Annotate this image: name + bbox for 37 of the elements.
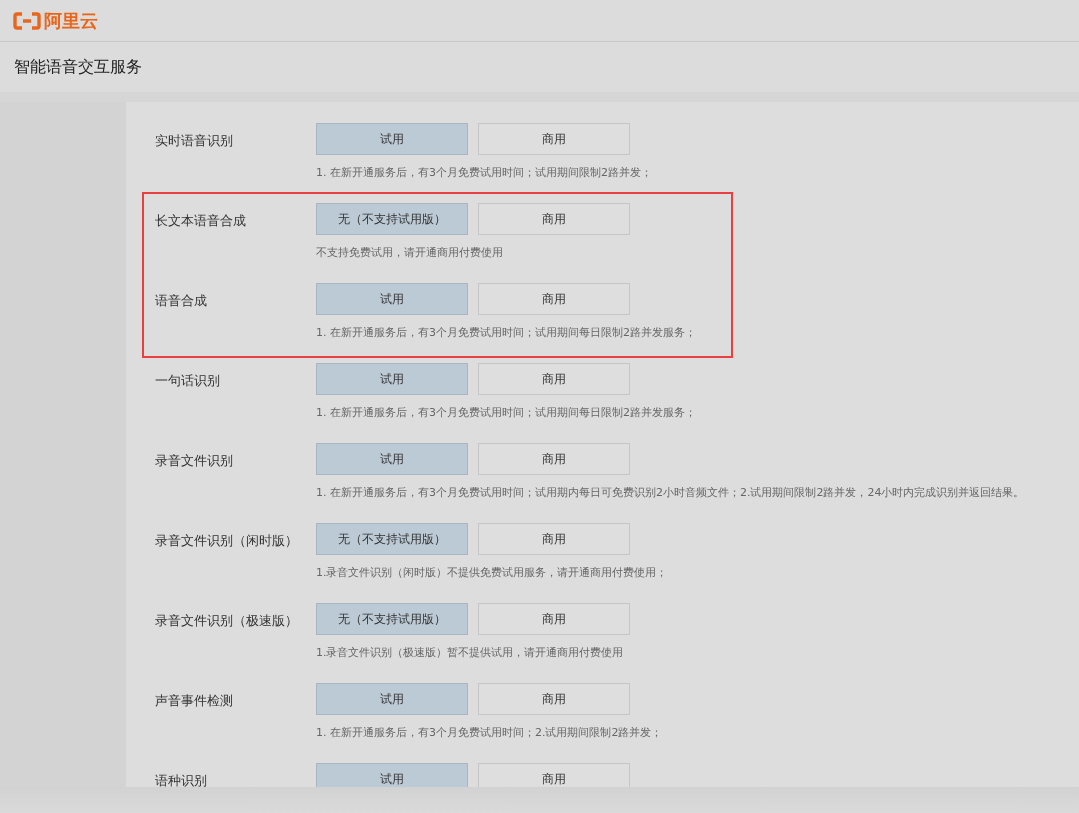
service-description: 1. 在新开通服务后，有3个月免费试用时间；试用期内每日可免费识别2小时音频文件；2.试用期间限制2路并发，24小时内完成识别并返回结果。: [316, 485, 1026, 500]
selected-option-button[interactable]: 试用: [316, 763, 468, 787]
service-description: 1. 在新开通服务后，有3个月免费试用时间；试用期间每日限制2路并发服务；: [316, 325, 697, 340]
option-button[interactable]: 商用: [478, 363, 630, 395]
option-button[interactable]: 商用: [478, 123, 630, 155]
service-description: 不支持免费试用，请开通商用付费使用: [316, 245, 504, 260]
service-name: 录音文件识别（极速版）: [155, 612, 299, 630]
service-description: 1.录音文件识别（极速版）暂不提供试用，请开通商用付费使用: [316, 645, 625, 660]
service-name: 声音事件检测: [155, 692, 234, 710]
option-button[interactable]: 商用: [478, 203, 630, 235]
selected-option-button[interactable]: 无（不支持试用版）: [316, 523, 468, 555]
service-description: 1.录音文件识别（闲时版）不提供免费试用服务，请开通商用付费使用；: [316, 565, 669, 580]
bracket-logo-icon: [13, 11, 41, 30]
option-button[interactable]: 商用: [478, 603, 630, 635]
selected-option-button[interactable]: 无（不支持试用版）: [316, 203, 468, 235]
selected-option-button[interactable]: 试用: [316, 283, 468, 315]
service-name: 录音文件识别（闲时版）: [155, 532, 299, 550]
selected-option-button[interactable]: 试用: [316, 683, 468, 715]
service-name: 语种识别: [155, 772, 208, 787]
option-button[interactable]: 商用: [478, 523, 630, 555]
page-title: 智能语音交互服务: [14, 56, 142, 78]
option-button[interactable]: 商用: [478, 683, 630, 715]
selected-option-button[interactable]: 试用: [316, 443, 468, 475]
service-name: 录音文件识别: [155, 452, 234, 470]
service-description: 1. 在新开通服务后，有3个月免费试用时间；试用期间限制2路并发；: [316, 165, 653, 180]
service-name: 一句话识别: [155, 372, 221, 390]
service-name: 实时语音识别: [155, 132, 234, 150]
option-button[interactable]: 商用: [478, 763, 630, 787]
service-description: 1. 在新开通服务后，有3个月免费试用时间；2.试用期间限制2路并发；: [316, 725, 664, 740]
service-description: 1. 在新开通服务后，有3个月免费试用时间；试用期间每日限制2路并发服务；: [316, 405, 697, 420]
option-button[interactable]: 商用: [478, 283, 630, 315]
service-name: 语音合成: [155, 292, 208, 310]
selected-option-button[interactable]: 试用: [316, 123, 468, 155]
service-name: 长文本语音合成: [155, 212, 247, 230]
selected-option-button[interactable]: 试用: [316, 363, 468, 395]
option-button[interactable]: 商用: [478, 443, 630, 475]
selected-option-button[interactable]: 无（不支持试用版）: [316, 603, 468, 635]
